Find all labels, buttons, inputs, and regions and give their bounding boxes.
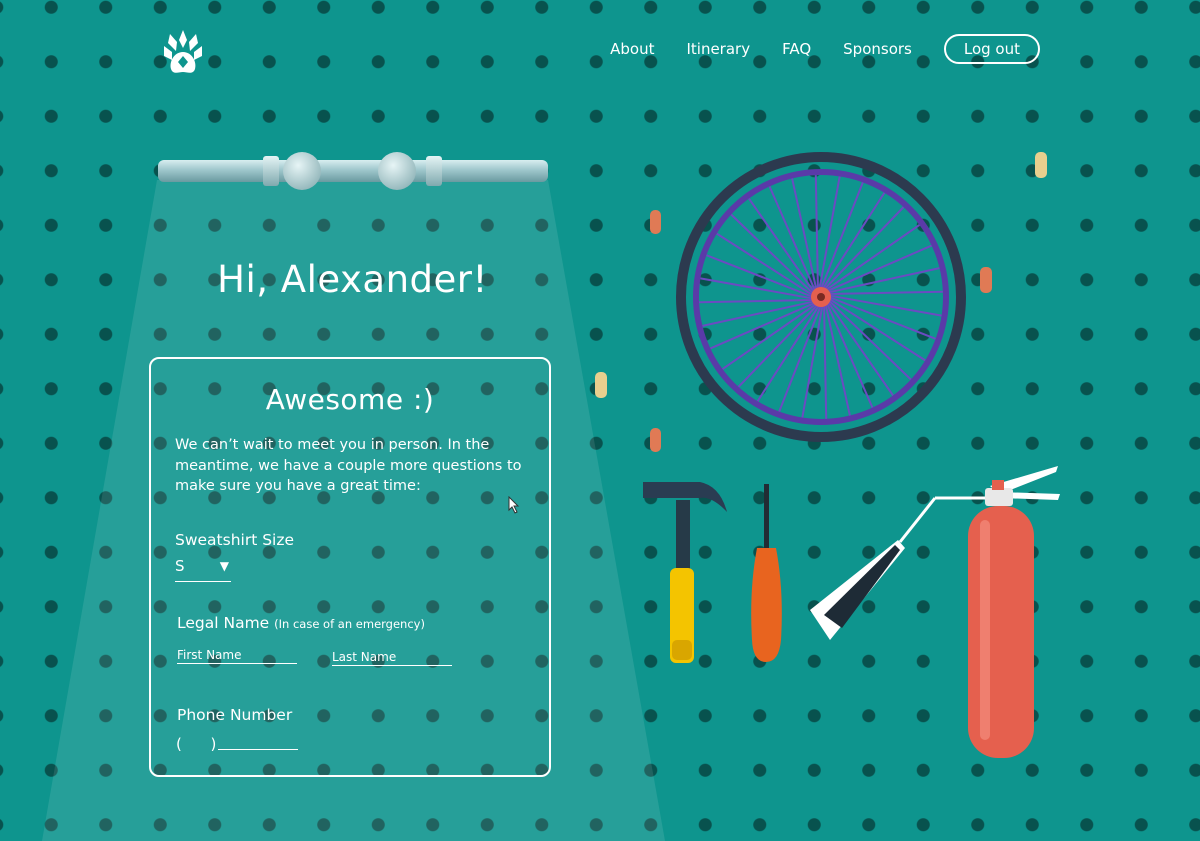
- bicycle-wheel: [676, 152, 966, 442]
- hammer: [643, 482, 727, 663]
- wheel-spoke: [827, 267, 940, 294]
- wheel-spoke: [823, 304, 828, 419]
- fire-extinguisher: [810, 466, 1060, 758]
- wheel-spoke: [824, 303, 851, 416]
- wheel-spoke: [814, 175, 819, 290]
- wheel-spoke: [791, 178, 818, 291]
- wheel-spoke: [702, 300, 815, 327]
- wheel-spoke: [700, 277, 814, 300]
- wheel-spoke: [828, 294, 942, 317]
- wheel-spoke: [818, 176, 841, 290]
- tools-illustration: [595, 152, 1060, 758]
- wheel-spoke: [801, 304, 824, 418]
- screwdriver: [751, 484, 782, 662]
- wheel-spoke: [699, 299, 814, 304]
- wheel-spoke: [828, 290, 943, 295]
